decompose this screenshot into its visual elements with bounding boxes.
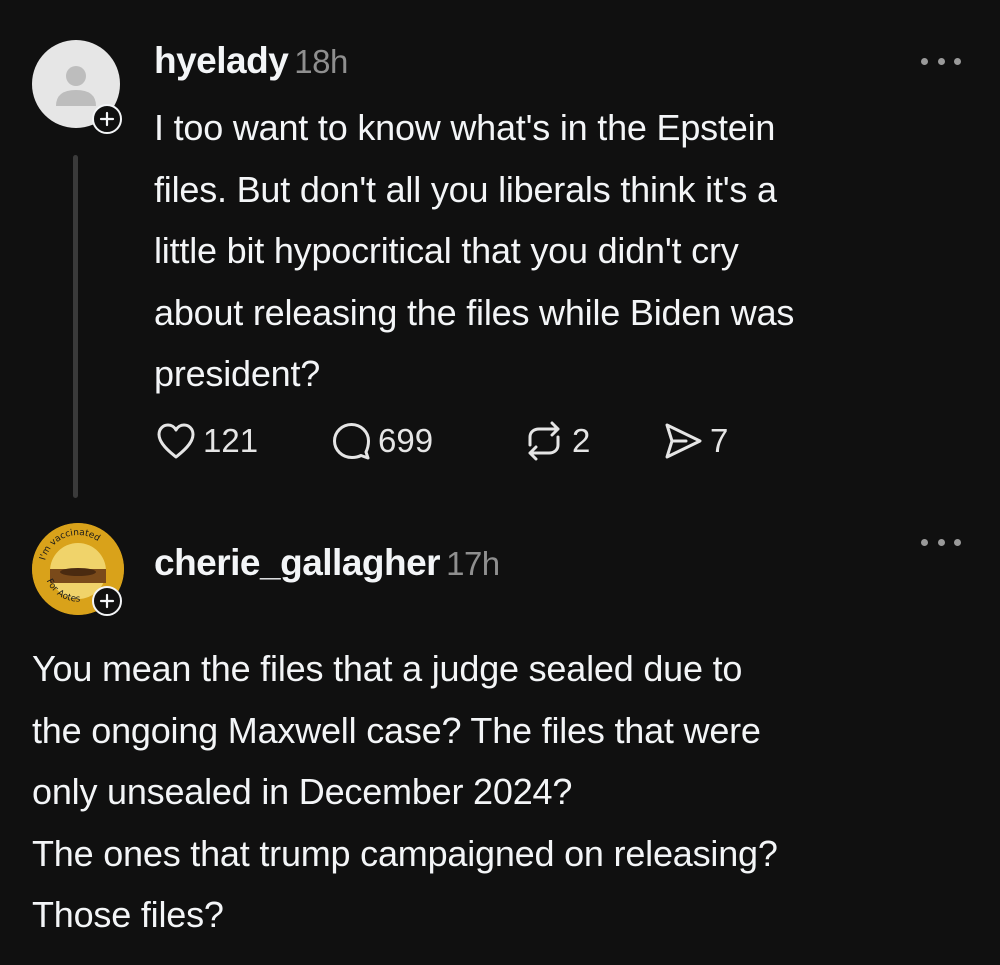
post-header: cherie_gallagher 17h (154, 542, 500, 584)
share-count: 7 (710, 422, 729, 459)
plus-icon (99, 593, 115, 609)
thread-post: hyelady 18h I too want to know what's in … (0, 0, 1000, 510)
share-button[interactable]: 7 (662, 421, 752, 461)
more-horizontal-icon[interactable] (921, 536, 961, 548)
thread-line (73, 155, 78, 498)
post-body: You mean the files that a judge sealed d… (32, 648, 778, 935)
post-header: hyelady 18h (154, 40, 348, 82)
more-horizontal-icon[interactable] (921, 55, 961, 67)
reply-button[interactable]: 699 (330, 421, 522, 461)
send-icon (665, 423, 702, 459)
timestamp: 17h (446, 545, 500, 582)
speech-bubble-icon (333, 423, 370, 460)
username[interactable]: hyelady (154, 40, 289, 81)
heart-icon (157, 423, 195, 459)
repost-icon (528, 421, 560, 461)
like-count: 121 (203, 422, 259, 459)
post-body: I too want to know what's in the Epstein… (154, 107, 795, 394)
username[interactable]: cherie_gallagher (154, 542, 441, 583)
repost-count: 2 (572, 422, 591, 459)
like-button[interactable]: 121 (155, 421, 330, 461)
reply-count: 699 (378, 422, 434, 459)
repost-button[interactable]: 2 (522, 421, 662, 461)
post-actions: 121 699 2 7 (155, 418, 752, 464)
follow-button[interactable] (92, 586, 122, 616)
timestamp: 18h (294, 43, 348, 80)
plus-icon (99, 111, 115, 127)
follow-button[interactable] (92, 104, 122, 134)
